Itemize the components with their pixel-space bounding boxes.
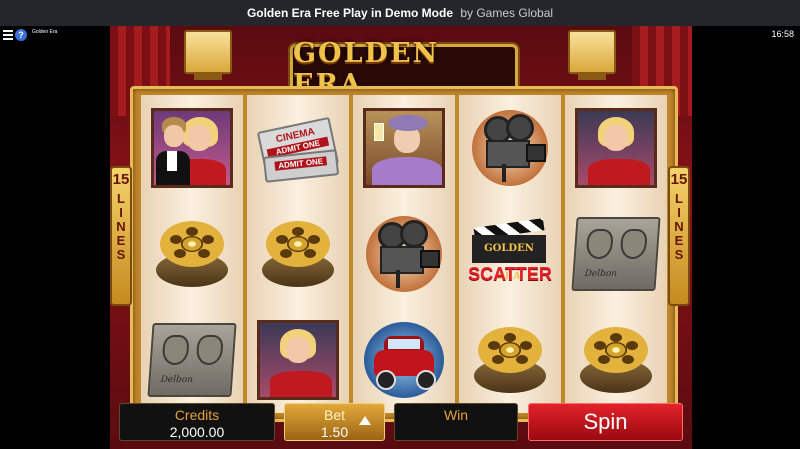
scatter-label: SCATTER xyxy=(468,264,552,284)
left-panel xyxy=(0,26,110,449)
ticket-admit-2: ADMIT ONE xyxy=(273,156,328,171)
lines-count: 15 xyxy=(112,171,130,188)
game-name-label: Golden Era xyxy=(32,29,58,35)
symbol-film-reel xyxy=(466,315,554,405)
symbol-tickets: CINEMA ADMIT ONE ADMIT ONE xyxy=(254,103,342,193)
lamp-right xyxy=(568,30,616,80)
spin-button[interactable]: Spin xyxy=(528,403,683,441)
symbol-granny xyxy=(360,103,448,193)
lines-letter: N xyxy=(116,219,126,234)
control-bar: Credits 2,000.00 Bet 1.50 Win Spin xyxy=(110,396,692,449)
reel-4: GOLDEN ERA SCATTER xyxy=(459,95,561,413)
game-area: GOLDEN ERA Delbon CINEMA ADMIT ONE ADMIT… xyxy=(110,26,692,449)
spin-label: Spin xyxy=(583,409,628,434)
signature-text: Delbon xyxy=(160,375,194,385)
reel-3 xyxy=(353,95,455,413)
symbol-scatter: GOLDEN ERA SCATTER xyxy=(466,209,554,299)
symbol-camera xyxy=(360,209,448,299)
symbol-film-reel xyxy=(254,209,342,299)
bet-button[interactable]: Bet 1.50 xyxy=(284,403,385,441)
symbol-hand-prints: Delbon xyxy=(147,315,237,405)
lines-letter: S xyxy=(116,247,126,262)
menu-icon[interactable] xyxy=(3,30,13,40)
signature-text: Delbon xyxy=(584,269,618,279)
lines-letter: L xyxy=(117,191,125,206)
clock: 16:58 xyxy=(771,29,794,39)
lines-badge-right: 15 L I N E S xyxy=(668,166,690,306)
lines-letter: S xyxy=(674,247,684,262)
symbol-couple xyxy=(148,103,236,193)
scatter-board-text: GOLDEN ERA xyxy=(472,235,546,282)
lines-letter: I xyxy=(677,205,681,220)
credits-panel: Credits 2,000.00 xyxy=(119,403,275,441)
lines-count: 15 xyxy=(670,171,688,188)
title-bar: Golden Era Free Play in Demo Mode by Gam… xyxy=(0,0,800,26)
symbol-actress xyxy=(254,315,342,405)
lamp-left xyxy=(184,30,232,80)
lines-letter: L xyxy=(675,191,683,206)
win-panel: Win xyxy=(394,403,518,441)
reel-2: CINEMA ADMIT ONE ADMIT ONE xyxy=(247,95,349,413)
symbol-hand-prints: Delbon xyxy=(571,209,661,299)
reels: Delbon CINEMA ADMIT ONE ADMIT ONE GOLDEN… xyxy=(141,95,667,413)
lines-letter: E xyxy=(116,233,126,248)
symbol-car xyxy=(360,315,448,405)
symbol-film-reel xyxy=(572,315,660,405)
bet-increase-icon[interactable] xyxy=(359,416,371,425)
win-label: Win xyxy=(443,407,469,423)
credits-label: Credits xyxy=(174,407,220,423)
lines-letter: N xyxy=(674,219,684,234)
help-icon[interactable]: ? xyxy=(15,29,27,41)
provider-label: by Games Global xyxy=(460,6,554,20)
credits-value: 2,000.00 xyxy=(169,424,225,440)
symbol-film-reel xyxy=(148,209,236,299)
reel-5: Delbon xyxy=(565,95,667,413)
lines-letter: I xyxy=(119,205,123,220)
reel-1: Delbon xyxy=(141,95,243,413)
bet-value: 1.50 xyxy=(320,424,349,440)
symbol-actress xyxy=(572,103,660,193)
reel-frame: Delbon CINEMA ADMIT ONE ADMIT ONE GOLDEN… xyxy=(130,86,678,422)
right-panel xyxy=(692,26,800,449)
symbol-camera xyxy=(466,103,554,193)
lines-letter: E xyxy=(674,233,684,248)
page-title: Golden Era Free Play in Demo Mode xyxy=(246,6,453,20)
lines-badge-left: 15 L I N E S xyxy=(110,166,132,306)
